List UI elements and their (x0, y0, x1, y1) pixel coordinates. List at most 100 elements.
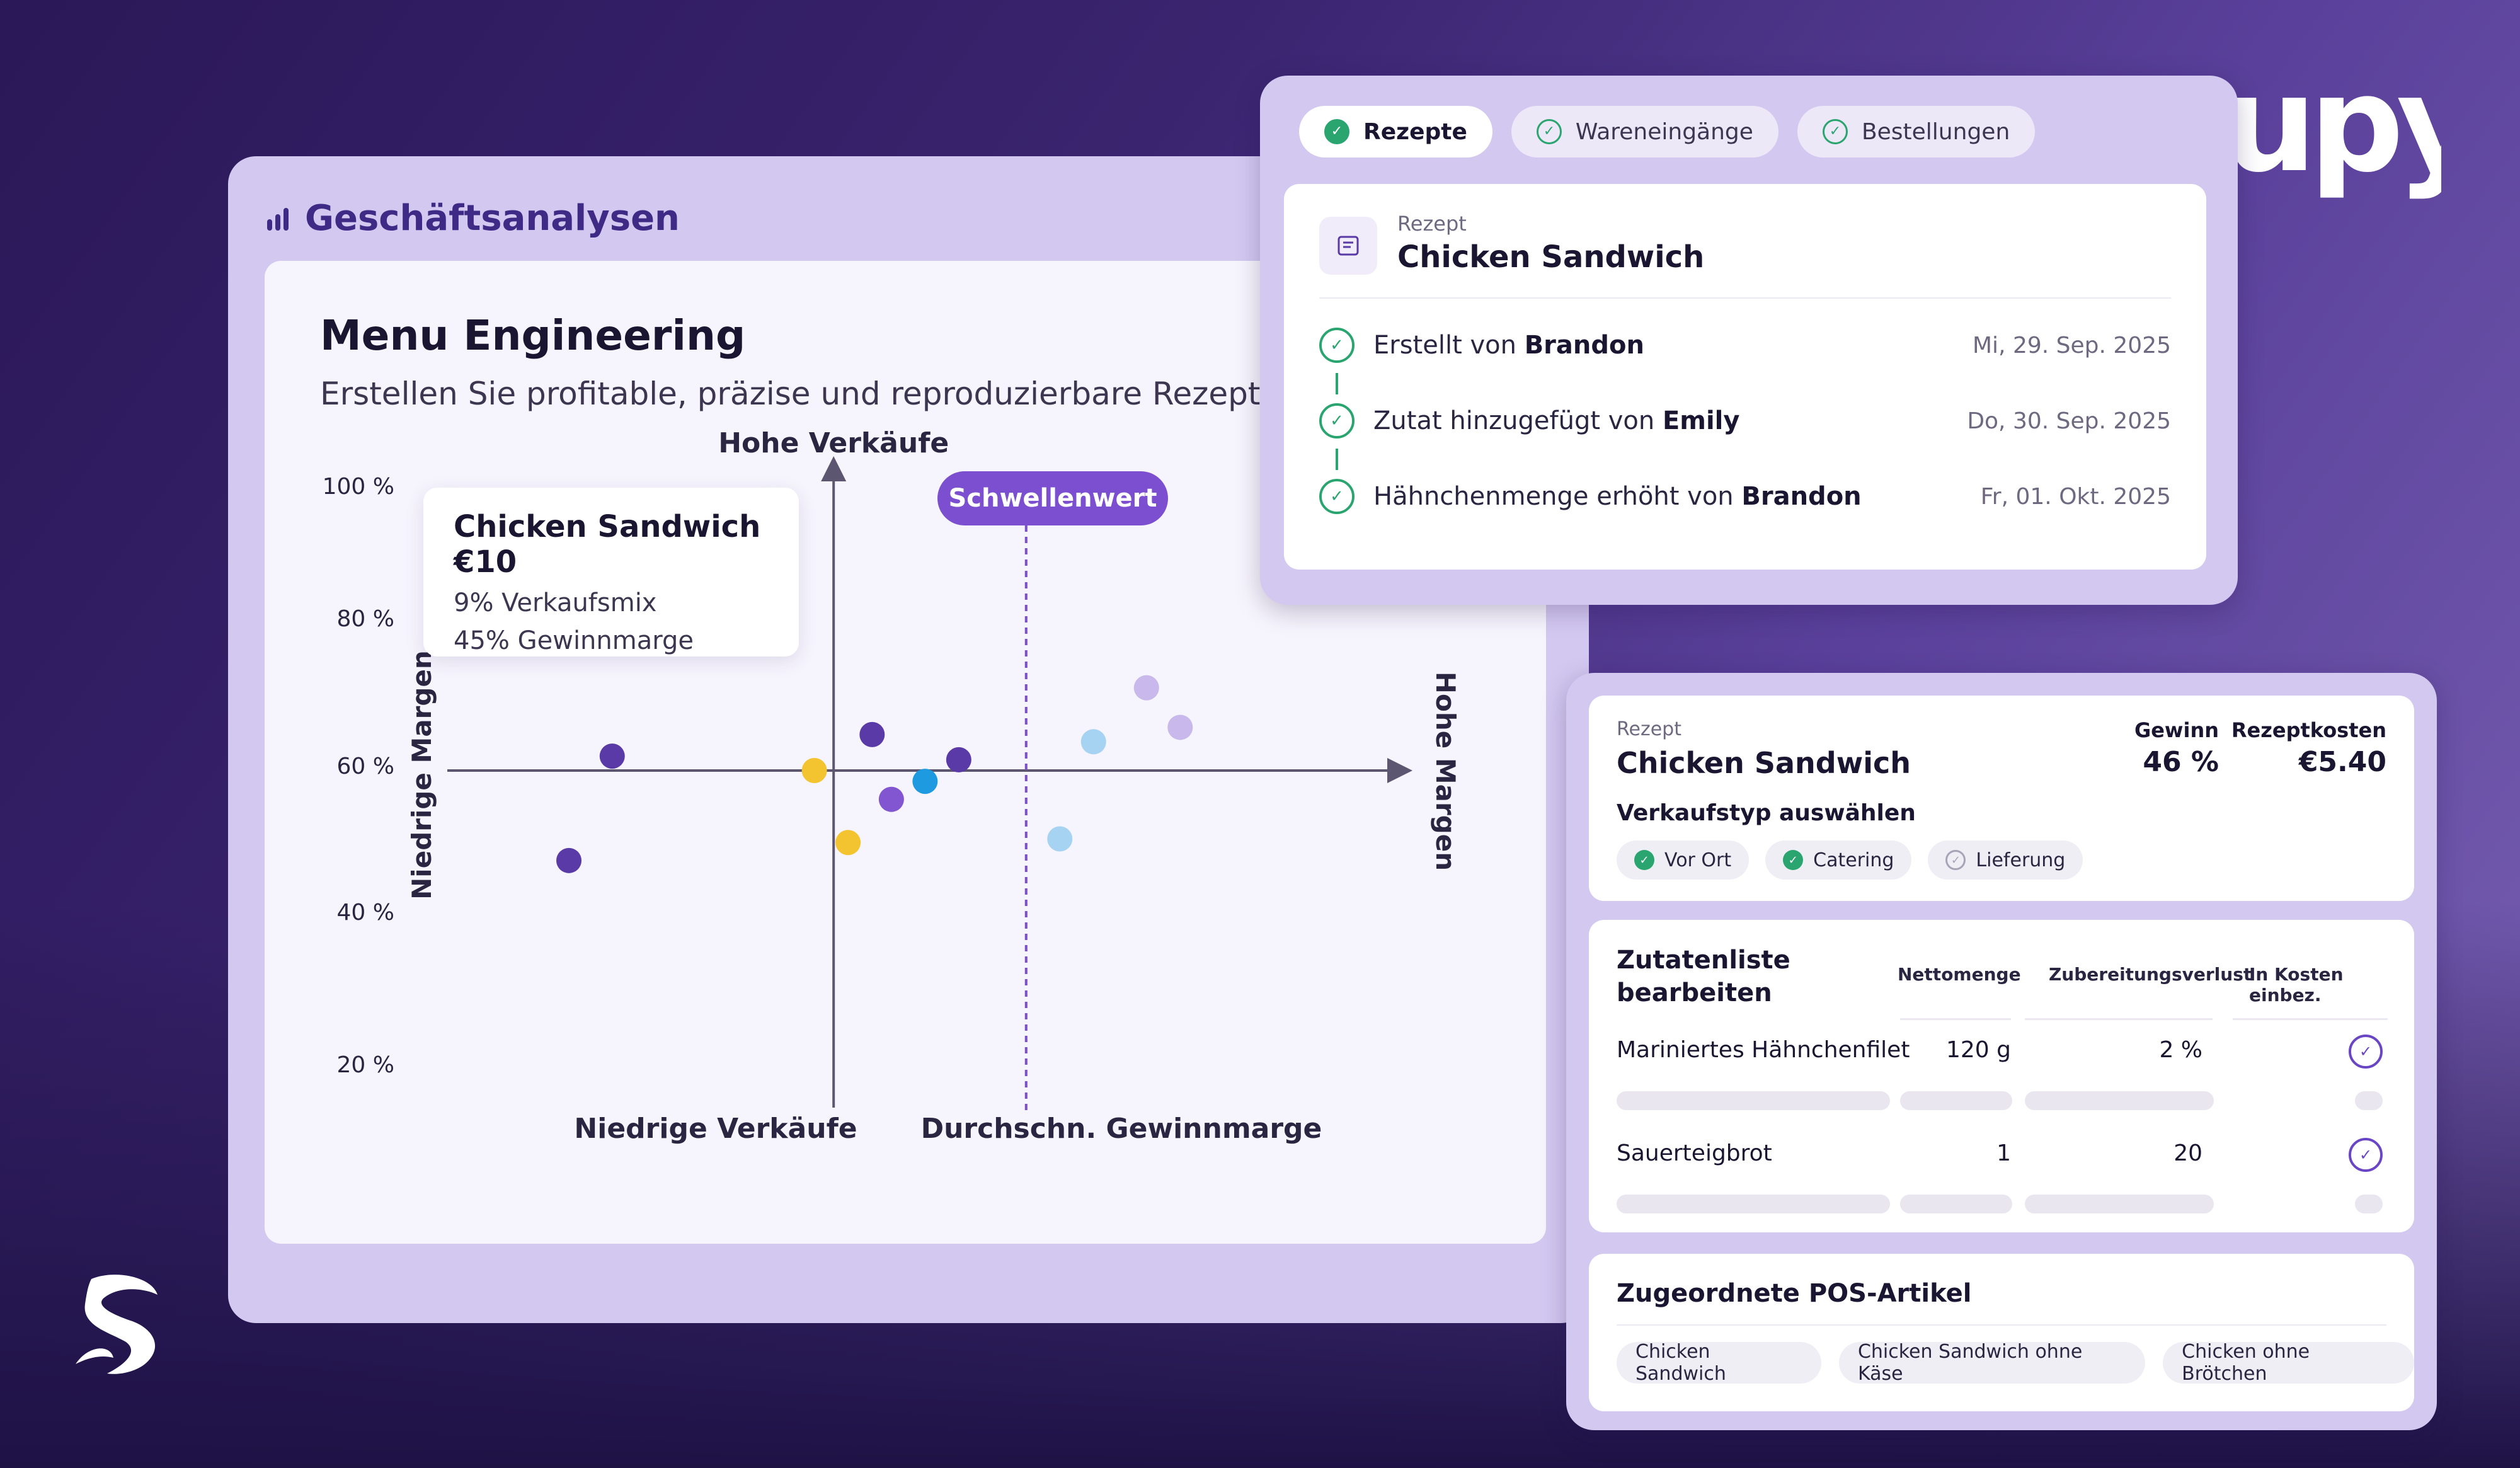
sale-type-chips: ✓ Vor Ort ✓ Catering ✓ Lieferung (1617, 840, 2083, 880)
ingredient-loss[interactable]: 20 (2174, 1140, 2202, 1166)
tab-label: Wareneingänge (1575, 118, 1753, 145)
chip-label: Vor Ort (1664, 849, 1732, 871)
check-circle-icon: ✓ (1319, 403, 1354, 439)
tab-orders[interactable]: ✓ Bestellungen (1797, 106, 2036, 158)
check-icon: ✓ (1634, 850, 1654, 870)
chart-tooltip: Chicken Sandwich €10 9% Verkaufsmix 45% … (423, 488, 799, 657)
timeline-connector (1336, 449, 1338, 470)
included-check-icon[interactable]: ✓ (2349, 1138, 2383, 1172)
pos-item-chip[interactable]: Chicken Sandwich (1617, 1341, 1821, 1385)
event-date: Fr, 01. Okt. 2025 (1980, 483, 2171, 510)
document-icon (1319, 217, 1377, 275)
check-circle-icon: ✓ (1319, 328, 1354, 363)
pos-items-list: Chicken Sandwich Chicken Sandwich ohne K… (1617, 1341, 2414, 1385)
included-check-icon[interactable]: ✓ (2349, 1035, 2383, 1069)
cost-value: €5.40 (2298, 746, 2386, 778)
divider (2233, 1018, 2388, 1020)
data-point (1133, 675, 1159, 701)
y-tick-label: 100 % (323, 474, 394, 500)
analytics-header: Geschäftsanalysen (267, 193, 680, 243)
skeleton-bar (1900, 1195, 2012, 1213)
recipe-history-card: Rezept Chicken Sandwich ✓ Erstellt von B… (1284, 184, 2206, 570)
axis-label-avg-margin: Durchschn. Gewinnmarge (921, 1113, 1322, 1145)
data-point (1167, 714, 1193, 740)
event-person: Brandon (1741, 482, 1862, 511)
column-prep-loss: Zubereitungsverlust (2049, 964, 2252, 985)
chip-label: Catering (1813, 849, 1894, 871)
check-icon: ✓ (1822, 119, 1848, 144)
skeleton-bar (1900, 1091, 2012, 1110)
pos-items-card: Zugeordnete POS-Artikel Chicken Sandwich… (1589, 1254, 2414, 1411)
y-tick-label: 60 % (337, 754, 394, 779)
event-date: Mi, 29. Sep. 2025 (1973, 332, 2171, 358)
history-event: ✓ Hähnchenmenge erhöht von Brandon Fr, 0… (1319, 478, 2171, 515)
tab-goods-receipts[interactable]: ✓ Wareneingänge (1511, 106, 1778, 158)
event-person: Brandon (1524, 331, 1644, 360)
sale-type-label: Verkaufstyp auswählen (1617, 800, 1916, 826)
pos-item-chip[interactable]: Chicken ohne Brötchen (2163, 1341, 2414, 1385)
profit-value: 46 % (2143, 746, 2219, 778)
event-text: Zutat hinzugefügt von Emily (1373, 406, 1740, 435)
pos-item-chip[interactable]: Chicken Sandwich ohne Käse (1838, 1341, 2146, 1385)
skeleton-bar (2355, 1195, 2383, 1213)
axis-label-high-margins: Hohe Margen (1430, 672, 1461, 871)
tab-recipes[interactable]: ✓ Rezepte (1299, 106, 1492, 158)
ingredient-net[interactable]: 1 (1996, 1140, 2011, 1166)
recipe-name: Chicken Sandwich (1617, 746, 1911, 780)
history-event: ✓ Erstellt von Brandon Mi, 29. Sep. 2025 (1319, 326, 2171, 364)
profit-label: Gewinn (2134, 718, 2219, 742)
tab-label: Bestellungen (1861, 118, 2010, 145)
event-date: Do, 30. Sep. 2025 (1967, 408, 2171, 434)
divider (1319, 297, 2171, 299)
ingredient-list-card: Zutatenliste bearbeiten Nettomenge Zuber… (1589, 920, 2414, 1232)
data-point (912, 769, 938, 794)
axis-label-high-sales: Hohe Verkäufe (718, 427, 949, 459)
tooltip-margin: 45% Gewinnmarge (454, 626, 694, 655)
tab-bar: ✓ Rezepte ✓ Wareneingänge ✓ Bestellungen (1299, 106, 2036, 158)
ingredient-net[interactable]: 120 g (1946, 1037, 2011, 1063)
threshold-label[interactable]: Schwellenwert (937, 471, 1168, 525)
divider (2025, 1018, 2213, 1020)
skeleton-bar (2025, 1195, 2214, 1213)
bar-chart-icon (267, 205, 289, 231)
y-tick-label: 80 % (337, 606, 394, 632)
divider (1900, 1018, 2011, 1020)
skeleton-bar (1617, 1091, 1890, 1110)
ingredient-list-title: Zutatenliste bearbeiten (1617, 946, 1790, 1007)
data-point (835, 830, 861, 856)
check-icon: ✓ (1536, 119, 1562, 144)
y-tick-label: 40 % (337, 900, 394, 926)
pos-items-title: Zugeordnete POS-Artikel (1617, 1279, 1972, 1308)
recipe-history-panel: ✓ Rezepte ✓ Wareneingänge ✓ Bestellungen… (1260, 76, 2238, 605)
skeleton-bar (2355, 1091, 2383, 1110)
sale-type-catering[interactable]: ✓ Catering (1765, 840, 1912, 880)
sale-type-delivery[interactable]: ✓ Lieferung (1928, 840, 2083, 880)
data-point (1047, 826, 1073, 852)
recipe-label: Rezept (1397, 212, 1467, 236)
timeline-connector (1336, 373, 1338, 394)
data-point (946, 747, 971, 772)
check-icon: ✓ (1945, 850, 1966, 870)
corner-brand-icon (76, 1275, 158, 1374)
sale-type-on-site[interactable]: ✓ Vor Ort (1617, 840, 1750, 880)
axis-label-low-margins: Niedrige Margen (406, 650, 437, 900)
recipe-name: Chicken Sandwich (1397, 239, 1705, 275)
recipe-label: Rezept (1617, 718, 1681, 740)
skeleton-bar (2025, 1091, 2214, 1110)
check-circle-icon: ✓ (1319, 479, 1354, 514)
recipe-summary-card: Rezept Chicken Sandwich Gewinn 46 % Reze… (1589, 696, 2414, 901)
axis-label-low-sales: Niedrige Verkäufe (574, 1113, 857, 1145)
ingredient-loss[interactable]: 2 % (2159, 1037, 2202, 1063)
recipe-detail-panel: Rezept Chicken Sandwich Gewinn 46 % Reze… (1566, 673, 2437, 1430)
column-include-cost: In Kosten einbez. (2249, 964, 2344, 1006)
data-point (878, 786, 904, 812)
column-net-quantity: Nettomenge (1898, 964, 2021, 985)
data-point (599, 743, 625, 769)
cost-label: Rezeptkosten (2231, 718, 2386, 742)
event-text: Hähnchenmenge erhöht von Brandon (1373, 482, 1862, 511)
chip-label: Lieferung (1976, 849, 2066, 871)
ingredient-name: Sauerteigbrot (1617, 1140, 1772, 1166)
data-point (859, 721, 885, 747)
history-event: ✓ Zutat hinzugefügt von Emily Do, 30. Se… (1319, 402, 2171, 440)
event-text: Erstellt von Brandon (1373, 331, 1644, 360)
